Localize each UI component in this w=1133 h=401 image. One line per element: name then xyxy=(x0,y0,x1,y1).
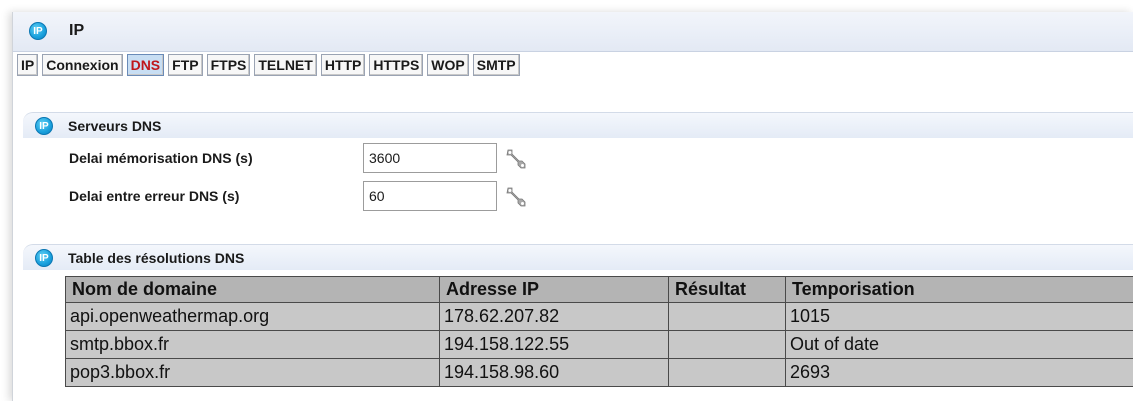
dns-resolution-table: Nom de domaine Adresse IP Résultat Tempo… xyxy=(65,276,1133,387)
ip-badge-icon: IP xyxy=(29,22,47,40)
tab-wop[interactable]: WOP xyxy=(427,54,469,76)
result-cell xyxy=(668,358,786,387)
ip-cell: 194.158.98.60 xyxy=(439,358,669,387)
dns-table-title: Table des résolutions DNS xyxy=(68,250,245,266)
timer-cell: Out of date xyxy=(785,330,1133,359)
result-cell xyxy=(668,302,786,331)
table-row: smtp.bbox.fr 194.158.122.55 Out of date xyxy=(65,330,1133,359)
dns-error-delay-label: Delai entre erreur DNS (s) xyxy=(69,188,240,204)
tab-smtp[interactable]: SMTP xyxy=(472,54,520,76)
domain-cell: api.openweathermap.org xyxy=(65,302,440,331)
table-header-row: Nom de domaine Adresse IP Résultat Tempo… xyxy=(65,276,1133,303)
tab-https[interactable]: HTTPS xyxy=(369,54,424,76)
result-cell xyxy=(668,330,786,359)
column-header-result: Résultat xyxy=(668,276,786,303)
wrench-icon[interactable] xyxy=(503,146,529,172)
dns-servers-title: Serveurs DNS xyxy=(68,118,162,134)
dns-cache-delay-input[interactable] xyxy=(363,143,497,173)
ip-badge-icon: IP xyxy=(35,249,53,267)
wrench-icon[interactable] xyxy=(503,184,529,210)
tab-bar: IP Connexion DNS FTP FTPS TELNET HTTP HT… xyxy=(17,54,520,78)
tab-ip[interactable]: IP xyxy=(17,54,39,76)
ip-window: IP IP IP Connexion DNS FTP FTPS TELNET H… xyxy=(12,12,1133,401)
title-bar: IP IP xyxy=(13,12,1133,52)
window-title: IP xyxy=(69,22,85,39)
tab-http[interactable]: HTTP xyxy=(320,54,366,76)
tab-dns[interactable]: DNS xyxy=(126,54,165,76)
table-row: api.openweathermap.org 178.62.207.82 101… xyxy=(65,302,1133,331)
ip-cell: 178.62.207.82 xyxy=(439,302,669,331)
timer-cell: 2693 xyxy=(785,358,1133,387)
ip-badge-icon: IP xyxy=(35,117,53,135)
ip-cell: 194.158.122.55 xyxy=(439,330,669,359)
dns-error-delay-input[interactable] xyxy=(363,181,497,211)
tab-connexion[interactable]: Connexion xyxy=(42,54,123,76)
tab-ftps[interactable]: FTPS xyxy=(206,54,251,76)
timer-cell: 1015 xyxy=(785,302,1133,331)
dns-table-header: IP Table des résolutions DNS xyxy=(23,244,1133,270)
column-header-timer: Temporisation xyxy=(785,276,1133,303)
table-row: pop3.bbox.fr 194.158.98.60 2693 xyxy=(65,358,1133,387)
domain-cell: pop3.bbox.fr xyxy=(65,358,440,387)
dns-cache-delay-label: Delai mémorisation DNS (s) xyxy=(69,150,253,166)
tab-ftp[interactable]: FTP xyxy=(168,54,203,76)
column-header-ip: Adresse IP xyxy=(439,276,669,303)
dns-servers-header: IP Serveurs DNS xyxy=(23,112,1133,138)
column-header-domain: Nom de domaine xyxy=(65,276,440,303)
tab-telnet[interactable]: TELNET xyxy=(254,54,317,76)
domain-cell: smtp.bbox.fr xyxy=(65,330,440,359)
